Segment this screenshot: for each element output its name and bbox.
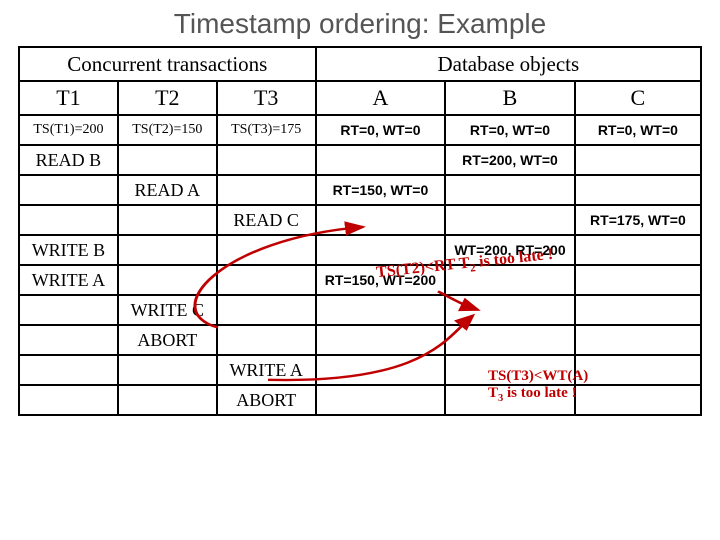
col-t2: T2 [118,81,217,115]
r6-t3 [217,235,316,265]
r9-t3 [217,325,316,355]
r11-a [316,385,446,415]
r6-t1: WRITE B [19,235,118,265]
r7-t1: WRITE A [19,265,118,295]
r11-t3: ABORT [217,385,316,415]
r3-b: RT=200, WT=0 [445,145,575,175]
r11-c [575,385,701,415]
ts-a: RT=0, WT=0 [316,115,446,145]
r3-c [575,145,701,175]
r7-t3 [217,265,316,295]
r9-a [316,325,446,355]
r6-t2 [118,235,217,265]
r9-c [575,325,701,355]
r8-t1 [19,295,118,325]
diagram-wrap: Concurrent transactions Database objects… [18,46,702,416]
r3-a [316,145,446,175]
col-c: C [575,81,701,115]
r11-t2 [118,385,217,415]
r8-c [575,295,701,325]
r4-t1 [19,175,118,205]
annotation-t3-late: TS(T3)<WT(A) T3 is too late ! [488,368,588,404]
r4-a: RT=150, WT=0 [316,175,446,205]
r10-t1 [19,355,118,385]
r6-c [575,235,701,265]
r3-t3 [217,145,316,175]
r5-c: RT=175, WT=0 [575,205,701,235]
r10-a [316,355,446,385]
group-database: Database objects [316,47,701,81]
r9-t2: ABORT [118,325,217,355]
r5-t1 [19,205,118,235]
r5-t2 [118,205,217,235]
r4-t3 [217,175,316,205]
col-b: B [445,81,575,115]
r7-c [575,265,701,295]
r10-t3: WRITE A [217,355,316,385]
r7-t2 [118,265,217,295]
r4-b [445,175,575,205]
r11-t1 [19,385,118,415]
ts-b: RT=0, WT=0 [445,115,575,145]
r9-t1 [19,325,118,355]
r8-t2: WRITE C [118,295,217,325]
col-a: A [316,81,446,115]
ts-t1: TS(T1)=200 [19,115,118,145]
r5-t3: READ C [217,205,316,235]
r3-t2 [118,145,217,175]
group-concurrent: Concurrent transactions [19,47,316,81]
r10-c [575,355,701,385]
r4-c [575,175,701,205]
ts-t3: TS(T3)=175 [217,115,316,145]
page-title: Timestamp ordering: Example [0,0,720,46]
r9-b [445,325,575,355]
ts-t2: TS(T2)=150 [118,115,217,145]
r4-t2: READ A [118,175,217,205]
col-t3: T3 [217,81,316,115]
ts-c: RT=0, WT=0 [575,115,701,145]
r8-t3 [217,295,316,325]
col-t1: T1 [19,81,118,115]
r8-a [316,295,446,325]
r8-b [445,295,575,325]
timestamp-table: Concurrent transactions Database objects… [18,46,702,416]
r5-a [316,205,446,235]
r10-t2 [118,355,217,385]
r5-b [445,205,575,235]
r3-t1: READ B [19,145,118,175]
